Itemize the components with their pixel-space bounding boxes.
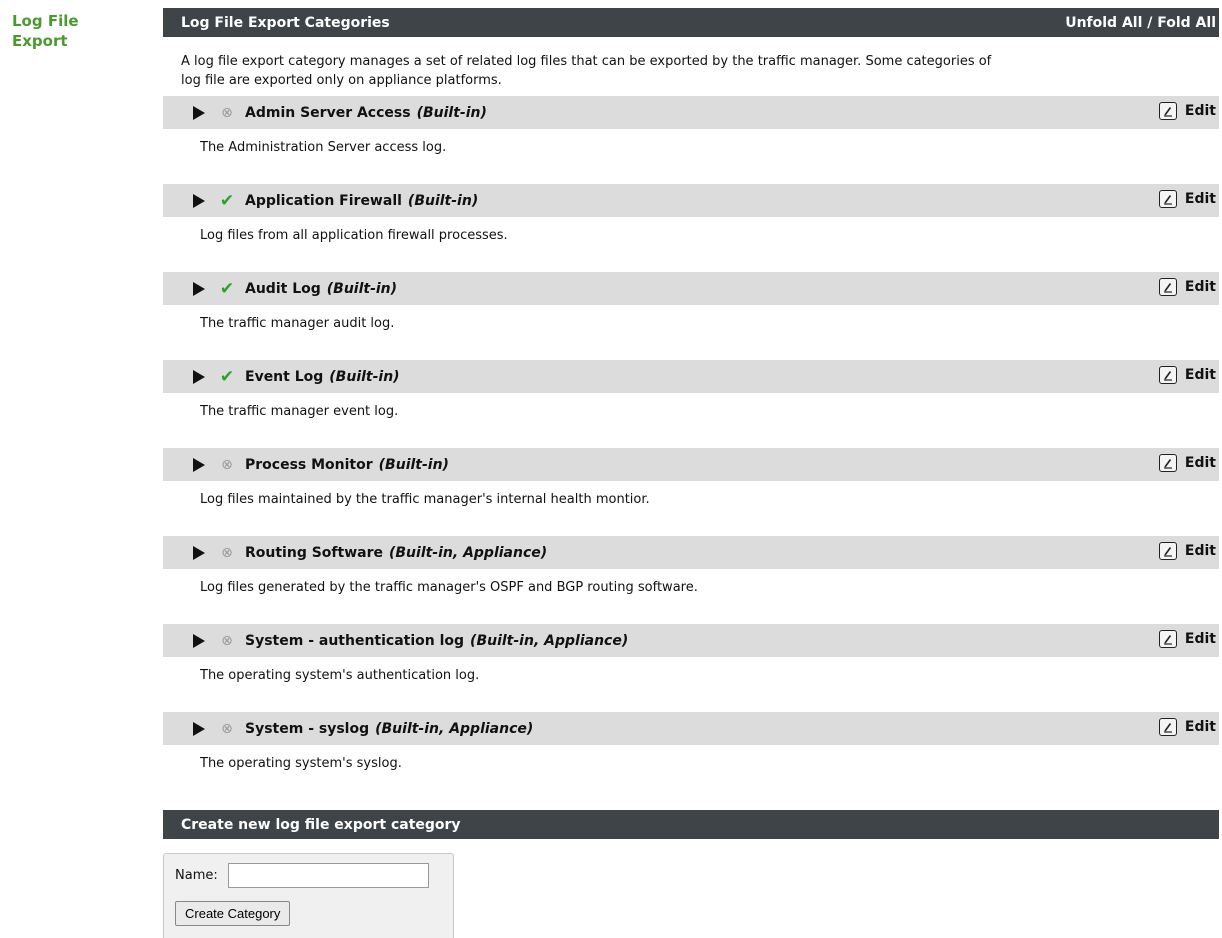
pencil-icon	[1158, 366, 1177, 384]
category-name[interactable]: Admin Server Access	[245, 105, 411, 121]
pencil-icon	[1158, 278, 1177, 296]
category-name[interactable]: Process Monitor	[245, 457, 373, 473]
edit-button[interactable]: Edit	[1158, 366, 1216, 384]
category-header: ✔ Application Firewall (Built-in) Edit	[163, 184, 1219, 217]
category-name[interactable]: Event Log	[245, 369, 323, 385]
edit-label: Edit	[1184, 191, 1216, 207]
edit-label: Edit	[1184, 719, 1216, 735]
edit-button[interactable]: Edit	[1158, 718, 1216, 736]
expand-triangle-icon[interactable]	[193, 457, 205, 472]
category-header: ⊗ System - authentication log (Built-in, A…	[163, 624, 1219, 657]
edit-label: Edit	[1184, 631, 1216, 647]
intro-text: A log file export category manages a set…	[163, 37, 1211, 96]
x-circle-icon: ⊗	[221, 104, 233, 121]
category-item: ✔ Event Log (Built-in) Edit The traffic mana…	[163, 360, 1219, 444]
edit-label: Edit	[1184, 367, 1216, 383]
category-description: Log files from all application firewall …	[200, 228, 508, 243]
edit-button[interactable]: Edit	[1158, 630, 1216, 648]
categories-panel-header: Log File Export Categories Unfold All / …	[163, 8, 1219, 37]
expand-triangle-icon[interactable]	[193, 281, 205, 296]
expand-triangle-icon[interactable]	[193, 193, 205, 208]
name-row: Name:	[175, 863, 453, 888]
expand-triangle-icon[interactable]	[193, 633, 205, 648]
category-description: The operating system's authentication lo…	[200, 668, 480, 683]
category-name[interactable]: Application Firewall	[245, 193, 402, 209]
checkmark-icon: ✔	[219, 190, 235, 211]
category-header: ⊗ Routing Software (Built-in, Appliance) Ed…	[163, 536, 1219, 569]
expand-triangle-icon[interactable]	[193, 721, 205, 736]
category-header: ✔ Audit Log (Built-in) Edit	[163, 272, 1219, 305]
edit-label: Edit	[1184, 103, 1216, 119]
pencil-icon	[1158, 630, 1177, 648]
category-header: ⊗ Admin Server Access (Built-in) Edit	[163, 96, 1219, 129]
category-item: ✔ Audit Log (Built-in) Edit The traffic mana…	[163, 272, 1219, 356]
create-category-button[interactable]: Create Category	[175, 901, 291, 926]
x-circle-icon: ⊗	[221, 720, 233, 737]
edit-button[interactable]: Edit	[1158, 102, 1216, 120]
x-circle-icon: ⊗	[221, 544, 233, 561]
edit-label: Edit	[1184, 543, 1216, 559]
category-name[interactable]: Routing Software	[245, 545, 383, 561]
category-description: The traffic manager audit log.	[200, 316, 395, 331]
category-item: ⊗ Process Monitor (Built-in) Edit Log files …	[163, 448, 1219, 532]
category-tag: (Built-in)	[416, 104, 487, 121]
category-tag: (Built-in)	[326, 280, 398, 297]
category-tag: (Built-in, Appliance)	[470, 632, 629, 649]
page-title-line2: Export	[12, 32, 68, 50]
category-description: Log files maintained by the traffic mana…	[200, 492, 650, 507]
intro-line1: A log file export category manages a set…	[181, 54, 992, 69]
categories-panel-title: Log File Export Categories	[181, 14, 390, 31]
category-header: ⊗ Process Monitor (Built-in) Edit	[163, 448, 1219, 481]
category-item: ✔ Application Firewall (Built-in) Edit Log f…	[163, 184, 1219, 268]
create-panel-header: Create new log file export category	[163, 810, 1219, 839]
category-name[interactable]: Audit Log	[245, 281, 321, 297]
page-title-line1: Log File	[12, 12, 79, 30]
edit-button[interactable]: Edit	[1158, 454, 1216, 472]
category-item: ⊗ Admin Server Access (Built-in) Edit The Ad…	[163, 96, 1219, 180]
create-panel-title: Create new log file export category	[181, 816, 461, 833]
page: Log File Export Log File Export Categori…	[0, 0, 1222, 938]
name-input[interactable]	[227, 863, 429, 888]
category-tag: (Built-in)	[407, 192, 479, 209]
pencil-icon	[1158, 454, 1177, 472]
main-content: Log File Export Categories Unfold All / …	[163, 8, 1219, 938]
pencil-icon	[1158, 542, 1177, 560]
checkmark-icon: ✔	[219, 366, 235, 387]
expand-triangle-icon[interactable]	[193, 369, 205, 384]
pencil-icon	[1158, 718, 1177, 736]
create-category-form: Name: Create Category	[163, 853, 454, 938]
name-label: Name:	[175, 868, 218, 883]
edit-button[interactable]: Edit	[1158, 542, 1216, 560]
category-item: ⊗ Routing Software (Built-in, Appliance) Ed…	[163, 536, 1219, 620]
pencil-icon	[1158, 190, 1177, 208]
category-item: ⊗ System - authentication log (Built-in, A…	[163, 624, 1219, 708]
page-title: Log File Export	[12, 11, 122, 51]
category-description: The operating system's syslog.	[200, 756, 402, 771]
category-item: ⊗ System - syslog (Built-in, Appliance) Edi…	[163, 712, 1219, 796]
category-header: ⊗ System - syslog (Built-in, Appliance) Edi…	[163, 712, 1219, 745]
x-circle-icon: ⊗	[221, 456, 233, 473]
category-tag: (Built-in, Appliance)	[375, 720, 534, 737]
edit-button[interactable]: Edit	[1158, 190, 1216, 208]
category-tag: (Built-in)	[329, 368, 400, 385]
edit-button[interactable]: Edit	[1158, 278, 1216, 296]
intro-line2: log file are exported only on appliance …	[181, 73, 502, 88]
category-list: ⊗ Admin Server Access (Built-in) Edit The Ad…	[163, 96, 1219, 796]
category-tag: (Built-in, Appliance)	[388, 544, 548, 561]
pencil-icon	[1158, 102, 1177, 120]
edit-label: Edit	[1184, 455, 1216, 471]
category-name[interactable]: System - authentication log	[245, 633, 464, 649]
edit-label: Edit	[1184, 279, 1216, 295]
category-description: Log files generated by the traffic manag…	[200, 580, 698, 595]
category-header: ✔ Event Log (Built-in) Edit	[163, 360, 1219, 393]
expand-triangle-icon[interactable]	[193, 105, 205, 120]
expand-triangle-icon[interactable]	[193, 545, 205, 560]
category-tag: (Built-in)	[378, 456, 449, 473]
unfold-fold-all-link[interactable]: Unfold All / Fold All	[1065, 15, 1216, 31]
category-description: The Administration Server access log.	[200, 140, 447, 155]
category-description: The traffic manager event log.	[200, 404, 399, 419]
category-name[interactable]: System - syslog	[245, 721, 369, 737]
checkmark-icon: ✔	[219, 278, 235, 299]
x-circle-icon: ⊗	[221, 632, 233, 649]
